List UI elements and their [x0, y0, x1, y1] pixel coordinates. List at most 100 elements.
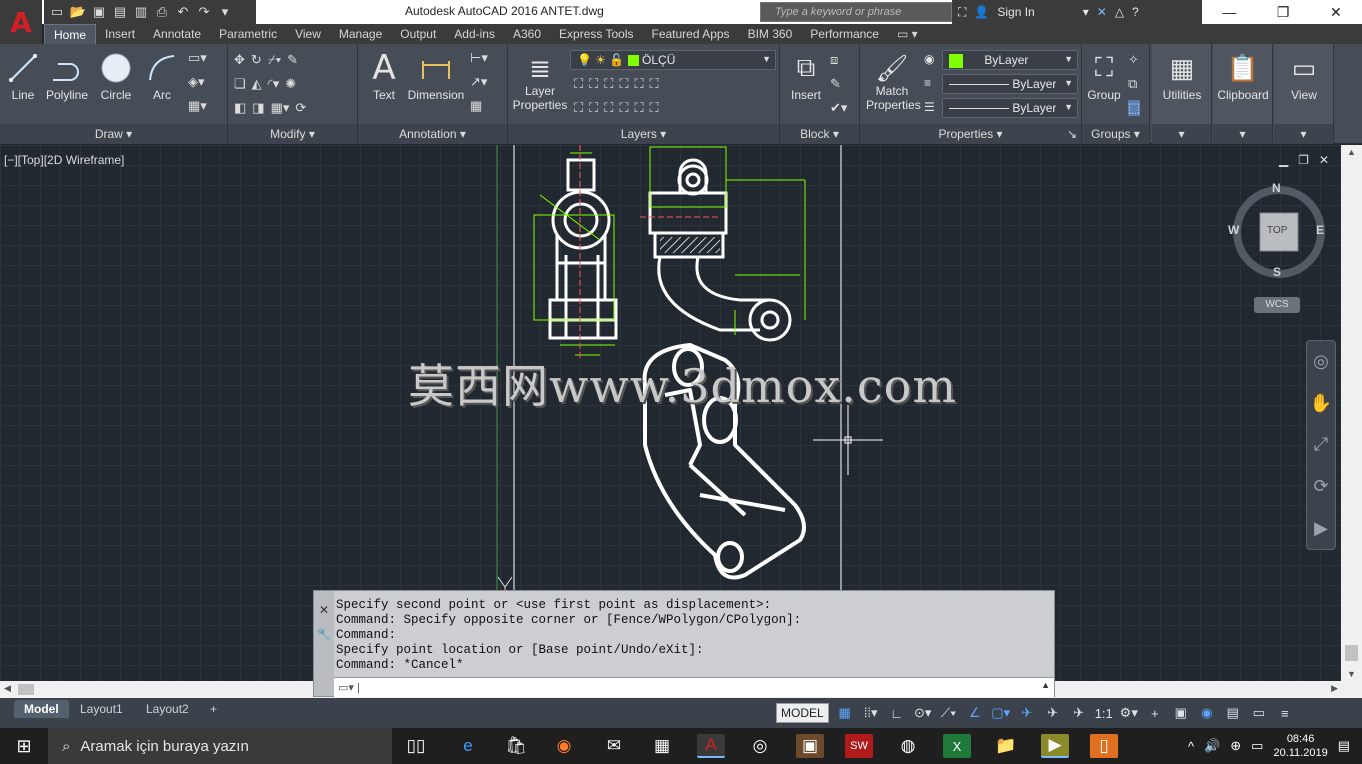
- layer-tool-2-icon[interactable]: ⛶: [589, 76, 598, 92]
- utilities-button[interactable]: ▦ Utilities: [1152, 48, 1212, 103]
- windows-start-icon[interactable]: ⊞: [0, 728, 48, 764]
- autocad-taskbar-icon[interactable]: A: [697, 734, 725, 758]
- trim-icon[interactable]: ⌿▾: [268, 52, 281, 68]
- layer-tool-5-icon[interactable]: ⛶: [634, 76, 643, 92]
- view-button[interactable]: ▭ View: [1274, 48, 1334, 103]
- fillet-icon[interactable]: ◜▾: [268, 76, 280, 92]
- print-icon[interactable]: ⎙: [153, 3, 171, 21]
- sign-in-button[interactable]: Sign In: [997, 5, 1034, 19]
- block-panel-title[interactable]: Block ▾: [780, 124, 859, 144]
- tab-featured-apps[interactable]: Featured Apps: [643, 24, 739, 44]
- screen-recorder-icon[interactable]: ▶: [1041, 734, 1069, 758]
- maximize-icon[interactable]: ❐: [1277, 4, 1290, 21]
- calculator-taskbar-icon[interactable]: ▦: [648, 734, 676, 758]
- task-view-icon[interactable]: ▯▯: [402, 734, 430, 758]
- excel-icon[interactable]: X: [943, 734, 971, 758]
- tab-annotate[interactable]: Annotate: [144, 24, 210, 44]
- plot-icon[interactable]: ▥: [132, 3, 150, 21]
- layer-tool-10-icon[interactable]: ⛶: [619, 100, 628, 116]
- linear-dim-icon[interactable]: ⊢▾: [470, 50, 488, 66]
- clock[interactable]: 08:46 20.11.2019: [1273, 732, 1327, 760]
- hardware-acceleration-icon[interactable]: ▤: [1223, 705, 1243, 721]
- grid-icon[interactable]: ▦: [835, 705, 855, 721]
- layout-tab-layout2[interactable]: Layout2: [136, 700, 199, 718]
- groups-panel-title[interactable]: Groups ▾: [1082, 124, 1149, 144]
- keyword-search-input[interactable]: Type a keyword or phrase: [760, 2, 952, 22]
- media-player-icon[interactable]: ◎: [746, 734, 774, 758]
- a360-icon[interactable]: △: [1115, 5, 1124, 19]
- vertical-scroll-thumb[interactable]: [1345, 645, 1358, 661]
- model-space-button[interactable]: MODEL: [776, 703, 829, 723]
- command-prompt-icon[interactable]: ▭▾ |: [338, 681, 360, 694]
- ribbon-minimize-icon[interactable]: ▭ ▾: [888, 24, 927, 44]
- move-icon[interactable]: ✥: [234, 52, 245, 68]
- object-snap-tracking-icon[interactable]: ∠: [965, 705, 985, 721]
- scroll-up-icon[interactable]: ▲: [1341, 145, 1362, 157]
- tab-a360[interactable]: A360: [504, 24, 550, 44]
- notifications-icon[interactable]: ▤: [1338, 738, 1350, 754]
- layer-tool-9-icon[interactable]: ⛶: [604, 100, 613, 116]
- command-history-expand-icon[interactable]: ▲: [1041, 680, 1050, 690]
- polar-icon[interactable]: ⊙▾: [913, 705, 933, 721]
- volume-icon[interactable]: 🔊: [1204, 738, 1220, 754]
- annotation-scale-value[interactable]: 1:1: [1095, 706, 1113, 721]
- clipboard-panel[interactable]: 📋 Clipboard ▾: [1213, 44, 1273, 144]
- group-edit-icon[interactable]: ⧉: [1128, 76, 1140, 92]
- auto-scale-icon[interactable]: ✈: [1043, 705, 1063, 721]
- compass-west[interactable]: W: [1228, 223, 1239, 237]
- viewcube-face-top[interactable]: TOP: [1267, 225, 1287, 236]
- annotation-panel-title[interactable]: Annotation ▾: [358, 124, 507, 144]
- add-layout-icon[interactable]: +: [200, 700, 227, 718]
- sign-in-dropdown-icon[interactable]: ▾: [1083, 5, 1089, 19]
- circle-button[interactable]: Circle: [96, 48, 136, 102]
- ortho-icon[interactable]: ∟: [887, 706, 907, 721]
- utilities-panel[interactable]: ▦ Utilities ▾: [1152, 44, 1212, 144]
- line-button[interactable]: Line: [6, 48, 40, 102]
- office-app-icon[interactable]: ▯: [1090, 734, 1118, 758]
- modify-panel-title[interactable]: Modify ▾: [228, 124, 357, 144]
- tab-add-ins[interactable]: Add-ins: [445, 24, 504, 44]
- properties-launcher-icon[interactable]: ↘: [1067, 124, 1077, 144]
- help-icon[interactable]: ?: [1132, 5, 1139, 19]
- vertical-scrollbar[interactable]: ▲ ▼: [1341, 145, 1362, 681]
- minimize-icon[interactable]: —: [1222, 4, 1236, 20]
- edit-attributes-icon[interactable]: ✔▾: [830, 100, 847, 116]
- leader-icon[interactable]: ↗▾: [470, 74, 488, 90]
- mail-icon[interactable]: ✉: [600, 734, 628, 758]
- layer-tool-8-icon[interactable]: ⛶: [589, 100, 598, 116]
- region-icon[interactable]: ▦▾: [188, 98, 207, 114]
- orbit-icon[interactable]: ⟳: [1313, 476, 1328, 497]
- snap-icon[interactable]: ⁞⁞▾: [861, 705, 881, 721]
- units-icon[interactable]: ▣: [1171, 705, 1191, 721]
- text-button[interactable]: A Text: [366, 48, 402, 102]
- match-properties-button[interactable]: 🖌 Match Properties: [866, 48, 921, 113]
- offset-icon[interactable]: ⟳: [295, 100, 306, 116]
- layer-dropdown[interactable]: 💡 ☀ 🔓 ÖLÇÜ ▼: [570, 50, 776, 70]
- showmotion-icon[interactable]: ▶: [1314, 518, 1328, 539]
- file-explorer-icon[interactable]: 📁: [992, 734, 1020, 758]
- network-icon[interactable]: ⊕: [1230, 738, 1241, 754]
- steering-wheel-icon[interactable]: ◎: [1313, 351, 1329, 372]
- clean-screen-icon[interactable]: ▭: [1249, 705, 1269, 721]
- redo-icon[interactable]: ↷: [195, 3, 213, 21]
- scroll-left-icon[interactable]: ◀: [4, 683, 11, 694]
- annotation-monitor-icon[interactable]: +: [1145, 706, 1165, 721]
- object-snap-icon[interactable]: ▢▾: [991, 705, 1011, 721]
- firefox-icon[interactable]: ◉: [550, 734, 578, 758]
- tab-insert[interactable]: Insert: [96, 24, 144, 44]
- color-dropdown[interactable]: ByLayer ▼: [942, 50, 1078, 70]
- compass-east[interactable]: E: [1316, 223, 1324, 237]
- layer-tool-7-icon[interactable]: ⛶: [574, 100, 583, 116]
- customization-icon[interactable]: ≡: [1275, 706, 1295, 721]
- erase-icon[interactable]: ✎: [287, 52, 298, 68]
- layer-tool-3-icon[interactable]: ⛶: [604, 76, 613, 92]
- tab-output[interactable]: Output: [391, 24, 445, 44]
- array-icon[interactable]: ▦▾: [271, 100, 290, 116]
- binoculars-icon[interactable]: ⛶: [958, 5, 966, 20]
- annotation-visibility-icon[interactable]: ✈: [1017, 705, 1037, 721]
- stretch-icon[interactable]: ◧: [234, 100, 246, 116]
- insert-block-button[interactable]: ⧉ Insert: [784, 48, 828, 102]
- clipboard-expand-icon[interactable]: ▾: [1213, 124, 1272, 144]
- tab-manage[interactable]: Manage: [330, 24, 391, 44]
- scroll-down-icon[interactable]: ▼: [1341, 669, 1362, 679]
